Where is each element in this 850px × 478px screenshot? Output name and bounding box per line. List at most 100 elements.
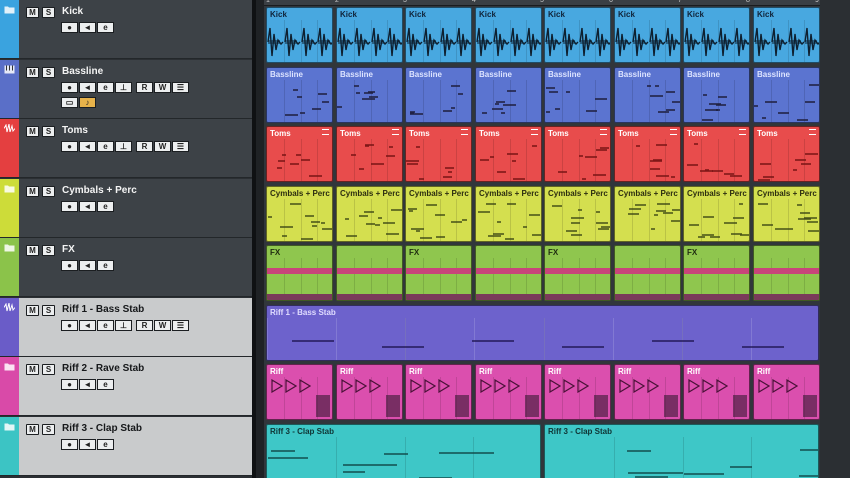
- solo-button[interactable]: S: [42, 364, 55, 375]
- mute-button[interactable]: M: [26, 126, 39, 137]
- event-part[interactable]: Bassline: [336, 67, 403, 123]
- event-part[interactable]: Cymbals + Perc: [475, 186, 542, 242]
- inserts-button[interactable]: ⊥: [115, 141, 132, 152]
- mute-button[interactable]: M: [26, 364, 39, 375]
- lanes-button[interactable]: ☰: [172, 82, 189, 93]
- event-part[interactable]: Cymbals + Perc: [683, 186, 750, 242]
- event-part[interactable]: Toms: [753, 126, 820, 182]
- track-header[interactable]: M S Riff 3 - Clap Stab ● ◄ e: [0, 417, 252, 476]
- record-enable-button[interactable]: ●: [61, 22, 78, 33]
- record-enable-button[interactable]: ●: [61, 439, 78, 450]
- edit-button[interactable]: e: [97, 320, 114, 331]
- track-header[interactable]: M S Toms ● ◄ e ⊥ R W ☰: [0, 119, 252, 178]
- event-part[interactable]: Riff 1 - Bass Stab: [266, 305, 819, 361]
- monitor-button[interactable]: ◄: [79, 379, 96, 390]
- inserts-button[interactable]: ⊥: [115, 82, 132, 93]
- monitor-button[interactable]: ◄: [79, 22, 96, 33]
- mute-button[interactable]: M: [26, 305, 39, 316]
- track-name[interactable]: Riff 1 - Bass Stab: [62, 304, 144, 316]
- read-automation-button[interactable]: R: [136, 82, 153, 93]
- record-enable-button[interactable]: ●: [61, 379, 78, 390]
- solo-button[interactable]: S: [42, 7, 55, 18]
- track-name[interactable]: FX: [62, 244, 75, 256]
- event-part[interactable]: Toms: [614, 126, 681, 182]
- record-enable-button[interactable]: ●: [61, 82, 78, 93]
- event-part[interactable]: Cymbals + Perc: [753, 186, 820, 242]
- monitor-button[interactable]: ◄: [79, 320, 96, 331]
- read-automation-button[interactable]: R: [136, 141, 153, 152]
- event-part[interactable]: Cymbals + Perc: [614, 186, 681, 242]
- solo-button[interactable]: S: [42, 67, 55, 78]
- event-part[interactable]: Riff: [683, 364, 750, 420]
- event-part[interactable]: Riff: [475, 364, 542, 420]
- event-part[interactable]: Toms: [336, 126, 403, 182]
- fold-button[interactable]: ▭: [61, 97, 78, 108]
- solo-button[interactable]: S: [42, 186, 55, 197]
- record-enable-button[interactable]: ●: [61, 201, 78, 212]
- event-part[interactable]: Bassline: [405, 67, 472, 123]
- monitor-button[interactable]: ◄: [79, 201, 96, 212]
- event-part[interactable]: Cymbals + Perc: [266, 186, 333, 242]
- event-part[interactable]: Riff: [405, 364, 472, 420]
- mute-button[interactable]: M: [26, 245, 39, 256]
- track-color-strip[interactable]: [0, 298, 19, 356]
- track-header[interactable]: M S Riff 1 - Bass Stab ● ◄ e ⊥ R W ☰: [0, 298, 252, 357]
- event-part[interactable]: Cymbals + Perc: [405, 186, 472, 242]
- event-part[interactable]: FX: [266, 245, 333, 301]
- record-enable-button[interactable]: ●: [61, 141, 78, 152]
- write-automation-button[interactable]: W: [154, 82, 171, 93]
- mute-button[interactable]: M: [26, 7, 39, 18]
- event-part[interactable]: Riff: [336, 364, 403, 420]
- track-name[interactable]: Cymbals + Perc: [62, 185, 137, 197]
- event-display[interactable]: Kick Kick Kick Kick Kick Kick Kick Kick Bassline…: [264, 6, 820, 478]
- event-part[interactable]: Kick: [753, 7, 820, 63]
- event-part[interactable]: Bassline: [753, 67, 820, 123]
- lanes-button[interactable]: ☰: [172, 320, 189, 331]
- record-enable-button[interactable]: ●: [61, 260, 78, 271]
- event-part[interactable]: Riff: [266, 364, 333, 420]
- event-part[interactable]: [475, 245, 542, 301]
- event-part[interactable]: Bassline: [475, 67, 542, 123]
- track-header[interactable]: M S Kick ● ◄ e: [0, 0, 252, 59]
- edit-button[interactable]: e: [97, 141, 114, 152]
- track-name[interactable]: Toms: [62, 125, 88, 137]
- track-color-strip[interactable]: [0, 179, 19, 237]
- mute-button[interactable]: M: [26, 186, 39, 197]
- event-part[interactable]: Bassline: [683, 67, 750, 123]
- mute-button[interactable]: M: [26, 424, 39, 435]
- event-part[interactable]: Riff 3 - Clap Stab: [544, 424, 819, 478]
- track-color-strip[interactable]: [0, 417, 19, 475]
- event-part[interactable]: [336, 245, 403, 301]
- event-part[interactable]: Riff 3 - Clap Stab: [266, 424, 541, 478]
- track-name[interactable]: Kick: [62, 6, 83, 18]
- event-part[interactable]: Cymbals + Perc: [336, 186, 403, 242]
- read-automation-button[interactable]: R: [136, 320, 153, 331]
- track-header[interactable]: M S Bassline ● ◄ e ⊥ R W ☰ ▭ ♪: [0, 60, 252, 119]
- edit-button[interactable]: e: [97, 379, 114, 390]
- event-part[interactable]: Bassline: [614, 67, 681, 123]
- monitor-button[interactable]: ◄: [79, 141, 96, 152]
- solo-button[interactable]: S: [42, 245, 55, 256]
- event-part[interactable]: [614, 245, 681, 301]
- edit-button[interactable]: e: [97, 201, 114, 212]
- event-part[interactable]: Toms: [544, 126, 611, 182]
- record-enable-button[interactable]: ●: [61, 320, 78, 331]
- monitor-button[interactable]: ◄: [79, 260, 96, 271]
- edit-button[interactable]: e: [97, 439, 114, 450]
- track-color-strip[interactable]: [0, 119, 19, 177]
- event-part[interactable]: Toms: [475, 126, 542, 182]
- event-part[interactable]: Kick: [614, 7, 681, 63]
- event-part[interactable]: Kick: [405, 7, 472, 63]
- track-name[interactable]: Riff 2 - Rave Stab: [62, 363, 144, 375]
- event-part[interactable]: FX: [683, 245, 750, 301]
- event-part[interactable]: Kick: [683, 7, 750, 63]
- edit-button[interactable]: e: [97, 82, 114, 93]
- track-header[interactable]: M S FX ● ◄ e: [0, 238, 252, 297]
- track-name[interactable]: Bassline: [62, 66, 103, 78]
- monitor-button[interactable]: ◄: [79, 82, 96, 93]
- write-automation-button[interactable]: W: [154, 141, 171, 152]
- event-part[interactable]: Riff: [753, 364, 820, 420]
- track-header[interactable]: M S Cymbals + Perc ● ◄ e: [0, 179, 252, 238]
- event-part[interactable]: [753, 245, 820, 301]
- track-name[interactable]: Riff 3 - Clap Stab: [62, 423, 142, 435]
